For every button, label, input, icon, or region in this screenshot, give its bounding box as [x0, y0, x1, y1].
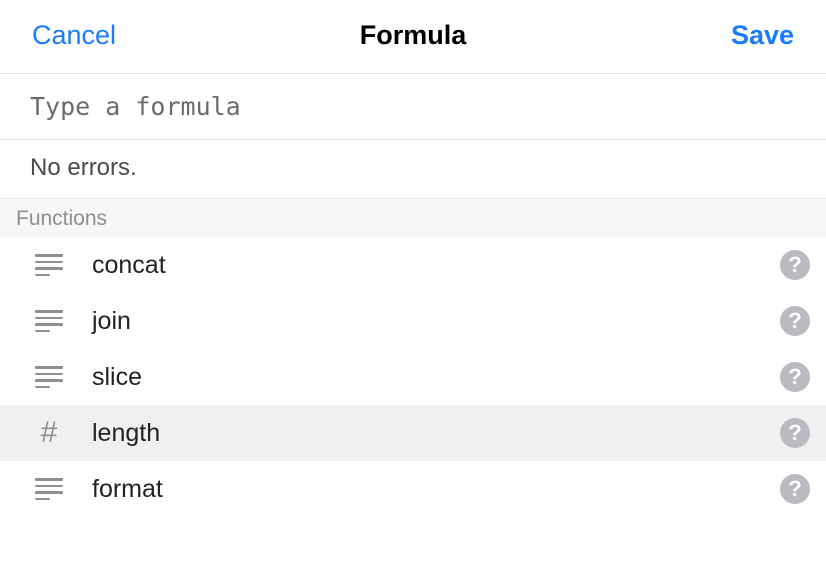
- error-status: No errors.: [0, 140, 826, 199]
- help-icon[interactable]: ?: [780, 362, 810, 392]
- function-name-label: join: [92, 307, 780, 336]
- formula-editor: [0, 74, 826, 140]
- text-type-icon: [34, 362, 64, 392]
- function-item-join[interactable]: join ?: [0, 293, 826, 349]
- function-name-label: format: [92, 475, 780, 504]
- text-type-icon: [34, 474, 64, 504]
- modal-title: Formula: [360, 20, 467, 51]
- formula-input[interactable]: [30, 92, 796, 121]
- function-item-slice[interactable]: slice ?: [0, 349, 826, 405]
- function-item-format[interactable]: format ?: [0, 461, 826, 517]
- modal-header: Cancel Formula Save: [0, 0, 826, 74]
- help-icon[interactable]: ?: [780, 306, 810, 336]
- function-item-length[interactable]: # length ?: [0, 405, 826, 461]
- help-icon[interactable]: ?: [780, 474, 810, 504]
- text-type-icon: [34, 250, 64, 280]
- functions-section-header: Functions: [0, 199, 826, 237]
- function-name-label: concat: [92, 251, 780, 280]
- function-name-label: slice: [92, 363, 780, 392]
- text-type-icon: [34, 306, 64, 336]
- functions-list: concat ? join ? slice ? # length ? forma…: [0, 237, 826, 517]
- help-icon[interactable]: ?: [780, 418, 810, 448]
- function-item-concat[interactable]: concat ?: [0, 237, 826, 293]
- cancel-button[interactable]: Cancel: [32, 20, 116, 51]
- number-type-icon: #: [34, 418, 64, 448]
- help-icon[interactable]: ?: [780, 250, 810, 280]
- save-button[interactable]: Save: [731, 20, 794, 51]
- function-name-label: length: [92, 419, 780, 448]
